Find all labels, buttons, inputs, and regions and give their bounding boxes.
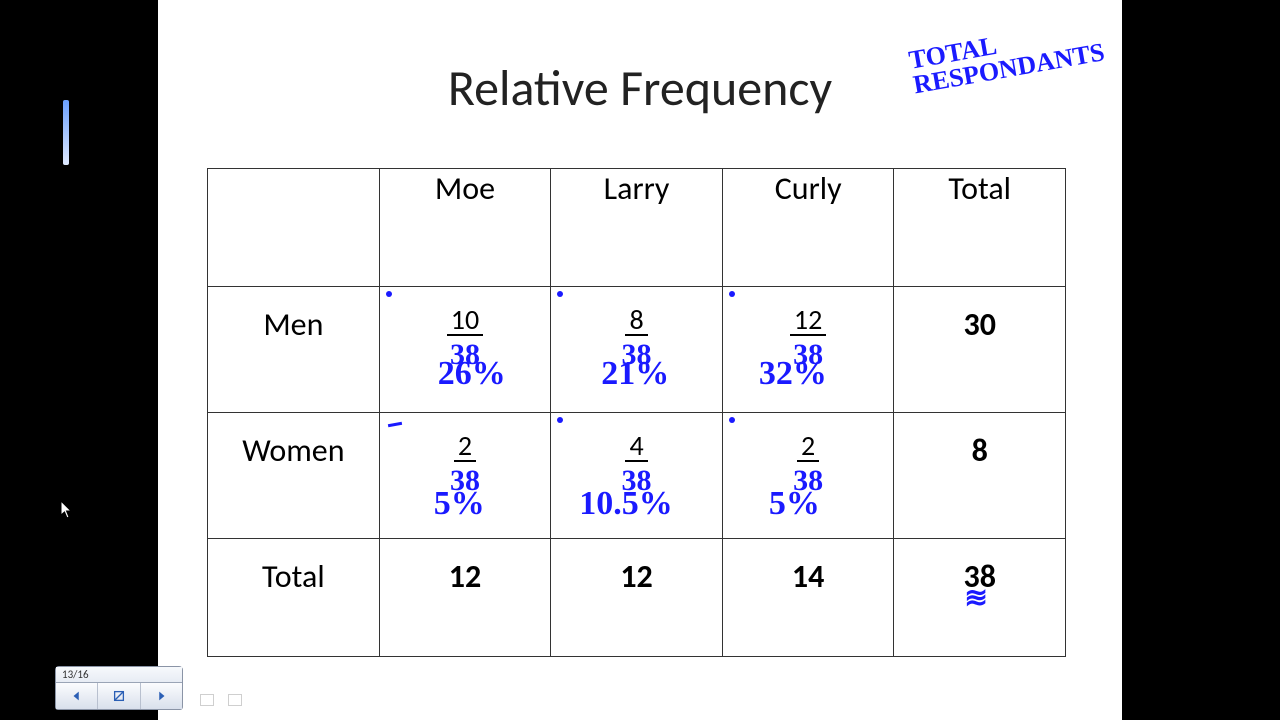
slide-nav-toolbar: 13/16 — [55, 666, 183, 710]
ink-dot-icon — [557, 291, 563, 297]
slide-show-menu-button[interactable] — [98, 683, 140, 709]
cell-numerator: 2 — [454, 432, 476, 462]
col-total-moe: 12 — [379, 539, 551, 657]
arrow-right-icon — [154, 689, 168, 703]
col-header-larry: Larry — [551, 169, 723, 287]
frequency-table: Moe Larry Curly Total Men 10 38 26% 8 38… — [207, 168, 1066, 657]
col-header-curly: Curly — [722, 169, 894, 287]
cell-percent: 10.5% — [579, 485, 673, 523]
cell-men-moe: 10 38 26% — [379, 287, 551, 413]
cell-percent: 5% — [434, 485, 485, 523]
cell-numerator: 8 — [625, 306, 647, 336]
row-total-men: 30 — [894, 287, 1066, 413]
cell-percent: 32% — [759, 355, 827, 393]
grand-total: 38 ≋ — [894, 539, 1066, 657]
ink-dot-icon — [729, 417, 735, 423]
row-total-women: 8 — [894, 413, 1066, 539]
faint-icon — [228, 694, 242, 706]
prev-slide-button[interactable] — [56, 683, 98, 709]
next-slide-button[interactable] — [141, 683, 182, 709]
cell-numerator: 2 — [797, 432, 819, 462]
slide-canvas: Relative Frequency TOTAL RESPONDANTS Moe… — [158, 0, 1122, 720]
mouse-cursor-icon — [60, 500, 74, 520]
col-header-blank — [208, 169, 380, 287]
cell-women-moe: 2 38 5% — [379, 413, 551, 539]
cell-women-curly: 2 38 5% — [722, 413, 894, 539]
ink-underline-icon: ≋ — [964, 581, 981, 615]
cell-percent: 26% — [438, 355, 506, 393]
cell-women-larry: 4 38 10.5% — [551, 413, 723, 539]
col-total-curly: 14 — [722, 539, 894, 657]
slide-counter: 13/16 — [56, 667, 182, 683]
cell-men-larry: 8 38 21% — [551, 287, 723, 413]
ink-dot-icon — [386, 291, 392, 297]
pen-menu-icon — [112, 689, 126, 703]
col-header-total: Total — [894, 169, 1066, 287]
ink-dash-icon — [388, 422, 402, 427]
cell-numerator: 4 — [625, 432, 647, 462]
left-slider-mark — [63, 100, 69, 165]
table-row: Men 10 38 26% 8 38 21% 12 38 32% 30 — [208, 287, 1066, 413]
faint-icon — [200, 694, 214, 706]
col-total-larry: 12 — [551, 539, 723, 657]
ink-dot-icon — [729, 291, 735, 297]
row-label-women: Women — [208, 413, 380, 539]
table-row: Women 2 38 5% 4 38 10.5% 2 38 5% 8 — [208, 413, 1066, 539]
cell-numerator: 12 — [790, 306, 826, 336]
table-header-row: Moe Larry Curly Total — [208, 169, 1066, 287]
row-label-men: Men — [208, 287, 380, 413]
footer-label: Total — [208, 539, 380, 657]
table-footer-row: Total 12 12 14 38 ≋ — [208, 539, 1066, 657]
ink-dot-icon — [557, 417, 563, 423]
arrow-left-icon — [70, 689, 84, 703]
cell-men-curly: 12 38 32% — [722, 287, 894, 413]
cell-numerator: 10 — [447, 306, 483, 336]
col-header-moe: Moe — [379, 169, 551, 287]
faint-view-icons — [200, 694, 242, 706]
cell-percent: 21% — [601, 355, 669, 393]
cell-percent: 5% — [769, 485, 820, 523]
